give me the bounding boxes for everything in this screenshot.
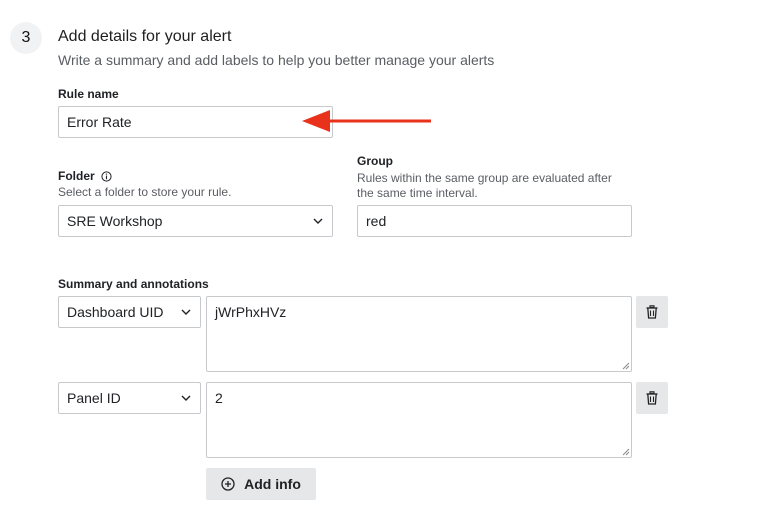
resize-handle-icon[interactable] [622, 448, 630, 456]
remove-annotation-button[interactable] [636, 296, 668, 328]
annotation-key-value: Dashboard UID [67, 304, 164, 320]
info-circle-icon[interactable] [101, 170, 112, 182]
resize-handle-icon[interactable] [622, 362, 630, 370]
step-title: Add details for your alert [58, 28, 232, 45]
folder-label: Folder [58, 169, 95, 183]
step-subtitle: Write a summary and add labels to help y… [58, 52, 495, 68]
rule-name-value: Error Rate [67, 114, 132, 130]
rule-name-input[interactable]: Error Rate [58, 106, 333, 138]
group-input[interactable]: red [357, 205, 632, 237]
annotation-value-text: 2 [215, 390, 223, 406]
step-number-badge: 3 [10, 22, 42, 54]
chevron-down-icon [312, 215, 324, 227]
annotation-value-text: jWrPhxHVz [215, 304, 287, 320]
chevron-down-icon [180, 392, 192, 404]
group-description-line1: Rules within the same group are evaluate… [357, 171, 612, 185]
folder-select[interactable]: SRE Workshop [58, 205, 333, 237]
chevron-down-icon [180, 306, 192, 318]
annotation-key-select[interactable]: Dashboard UID [58, 296, 201, 328]
trash-icon [646, 391, 658, 405]
folder-label-row: Folder [58, 169, 112, 183]
trash-icon [646, 305, 658, 319]
annotation-value-textarea[interactable]: 2 [206, 382, 632, 458]
rule-name-label: Rule name [58, 87, 119, 101]
folder-description: Select a folder to store your rule. [58, 185, 232, 199]
group-description-line2: the same time interval. [357, 186, 478, 200]
add-info-button[interactable]: Add info [206, 468, 316, 500]
annotations-label: Summary and annotations [58, 277, 209, 291]
red-arrow-icon [302, 110, 431, 132]
plus-circle-icon [221, 477, 235, 491]
annotation-key-select[interactable]: Panel ID [58, 382, 201, 414]
add-info-label: Add info [244, 476, 301, 492]
annotation-value-textarea[interactable]: jWrPhxHVz [206, 296, 632, 372]
folder-value: SRE Workshop [67, 213, 163, 229]
group-label: Group [357, 154, 393, 168]
annotation-key-value: Panel ID [67, 390, 121, 406]
group-value: red [366, 213, 387, 229]
remove-annotation-button[interactable] [636, 382, 668, 414]
